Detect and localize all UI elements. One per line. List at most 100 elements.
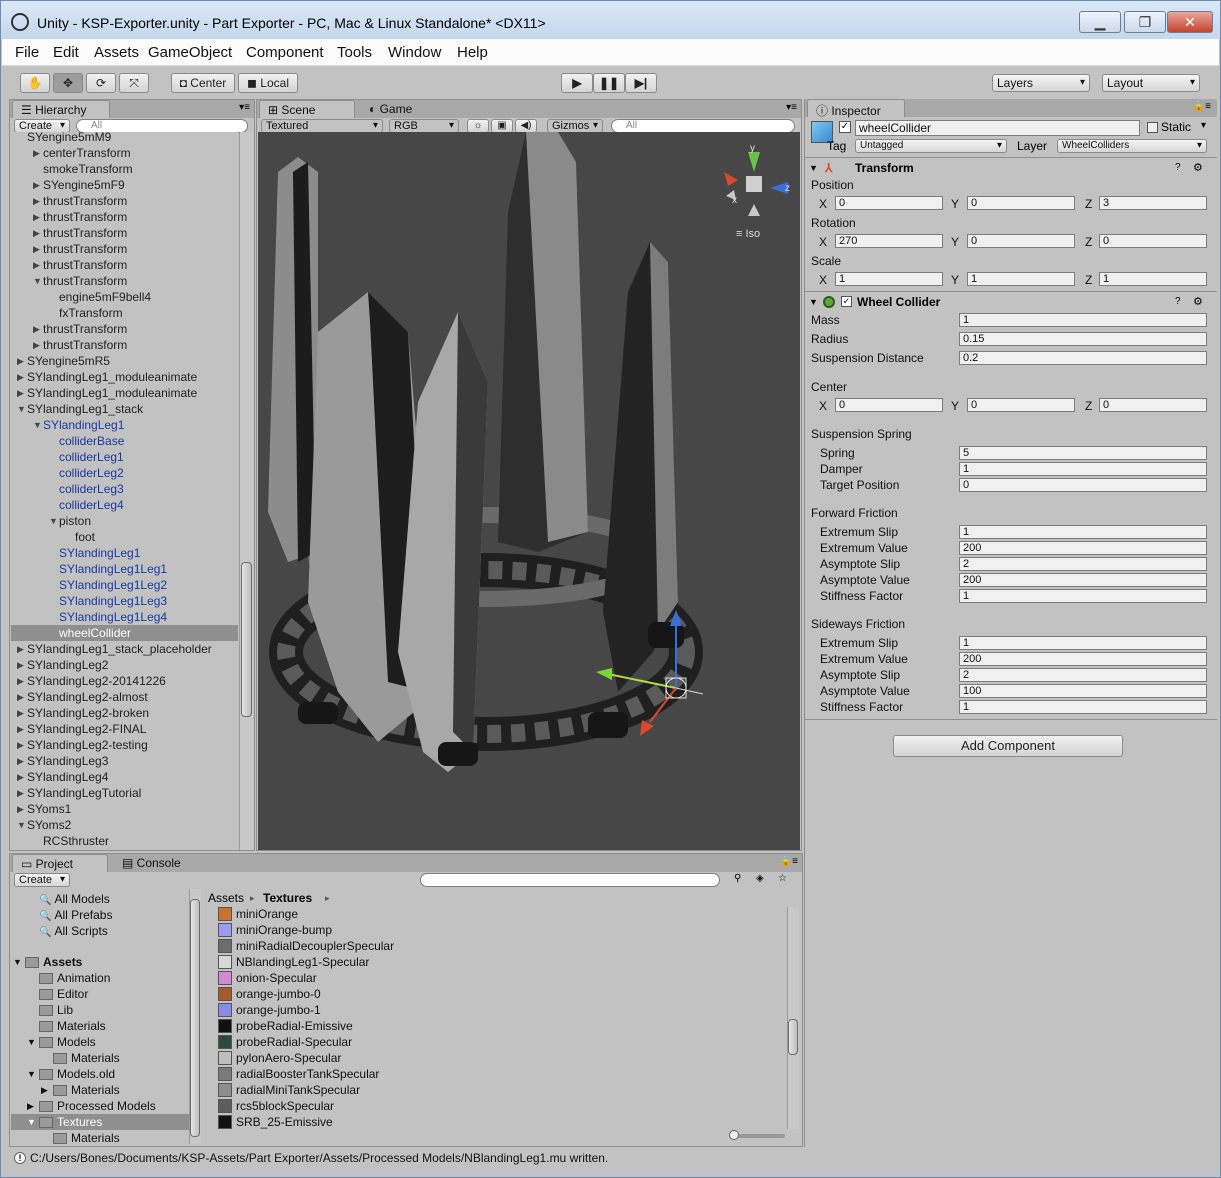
hierarchy-item[interactable]: RCSthruster: [11, 833, 238, 849]
hierarchy-item[interactable]: colliderLeg4: [11, 497, 238, 513]
hierarchy-item[interactable]: ▶ SYlandingLeg2-20141226: [11, 673, 238, 689]
hierarchy-item[interactable]: SYengine5mM9: [11, 132, 238, 145]
position-x-field[interactable]: 0: [835, 196, 943, 210]
expand-arrow-right-icon[interactable]: ▶: [17, 753, 24, 769]
hierarchy-create-dropdown[interactable]: Create: [14, 119, 70, 133]
hierarchy-item[interactable]: colliderLeg1: [11, 449, 238, 465]
breadcrumb-assets[interactable]: Assets: [208, 890, 244, 906]
menu-gameobject[interactable]: GameObject: [148, 44, 232, 61]
project-search-input[interactable]: [420, 873, 720, 887]
search-by-type-icon[interactable]: ⚲: [734, 873, 741, 884]
gear-icon[interactable]: ⚙: [1193, 159, 1203, 177]
folder-item[interactable]: Editor: [11, 986, 189, 1002]
step-button[interactable]: ▶|: [625, 73, 657, 93]
menu-component[interactable]: Component: [246, 44, 324, 61]
scene-viewport[interactable]: y z x ≡ Iso: [258, 132, 800, 850]
property-value-field[interactable]: 1: [959, 525, 1207, 539]
asset-list-scroll-thumb[interactable]: [788, 1019, 798, 1055]
layers-dropdown[interactable]: Layers: [992, 74, 1090, 92]
expand-arrow-right-icon[interactable]: ▶: [17, 353, 24, 369]
help-icon[interactable]: ?: [1175, 293, 1181, 311]
rotation-z-field[interactable]: 0: [1099, 234, 1207, 248]
hierarchy-item[interactable]: ▶ thrustTransform: [11, 209, 238, 225]
folder-item[interactable]: Materials: [11, 1130, 189, 1144]
expand-arrow-right-icon[interactable]: ▶: [17, 689, 24, 705]
scale-y-field[interactable]: 1: [967, 272, 1075, 286]
scale-x-field[interactable]: 1: [835, 272, 943, 286]
icon-size-slider[interactable]: [729, 1130, 785, 1140]
expand-arrow-down-icon[interactable]: ▼: [27, 1066, 36, 1082]
scene-audio-toggle[interactable]: ◀): [515, 119, 537, 133]
folder-item[interactable]: Materials: [11, 1018, 189, 1034]
expand-arrow-down-icon[interactable]: ▼: [33, 417, 42, 433]
hierarchy-item[interactable]: ▼ SYlandingLeg1_stack: [11, 401, 238, 417]
render-mode-dropdown[interactable]: RGB: [389, 119, 459, 133]
hierarchy-item[interactable]: ▶ SYlandingLeg2-almost: [11, 689, 238, 705]
hierarchy-item[interactable]: ▶ thrustTransform: [11, 241, 238, 257]
panel-menu-icon[interactable]: ▾≡: [239, 102, 250, 113]
hierarchy-item[interactable]: ▶ SYengine5mF9: [11, 177, 238, 193]
expand-arrow-down-icon[interactable]: ▼: [13, 954, 22, 970]
close-button[interactable]: ✕: [1167, 11, 1213, 33]
property-value-field[interactable]: 1: [959, 636, 1207, 650]
layer-dropdown[interactable]: WheelColliders: [1057, 139, 1207, 153]
position-z-field[interactable]: 3: [1099, 196, 1207, 210]
hierarchy-item[interactable]: ▶ SYlandingLeg4: [11, 769, 238, 785]
folder-item[interactable]: ▼ Textures: [11, 1114, 189, 1130]
tab-game[interactable]: ◐ Game: [361, 100, 441, 118]
folder-item[interactable]: ▶ Processed Models: [11, 1098, 189, 1114]
rotation-x-field[interactable]: 270: [835, 234, 943, 248]
play-button[interactable]: ▶: [561, 73, 593, 93]
hierarchy-item[interactable]: ▶ SYlandingLeg1_moduleanimate: [11, 385, 238, 401]
menu-help[interactable]: Help: [457, 44, 488, 61]
expand-arrow-right-icon[interactable]: ▶: [17, 769, 24, 785]
static-checkbox[interactable]: [1147, 122, 1158, 133]
menu-tools[interactable]: Tools: [337, 44, 372, 61]
menu-edit[interactable]: Edit: [53, 44, 79, 61]
menu-assets[interactable]: Assets: [94, 44, 139, 61]
hierarchy-item[interactable]: ▶ thrustTransform: [11, 257, 238, 273]
folder-item[interactable]: ▼ Models: [11, 1034, 189, 1050]
folder-item[interactable]: Animation: [11, 970, 189, 986]
inspector-lock-icon[interactable]: 🔒≡: [1193, 101, 1211, 112]
property-value-field[interactable]: 2: [959, 668, 1207, 682]
expand-arrow-right-icon[interactable]: ▶: [33, 193, 40, 209]
pivot-center-button[interactable]: ◘ Center: [171, 73, 235, 93]
tab-inspector[interactable]: ⓘ Inspector: [807, 99, 905, 118]
wheel-collider-header[interactable]: ▼ ✓ Wheel Collider ? ⚙: [805, 293, 1217, 311]
expand-arrow-down-icon[interactable]: ▼: [33, 273, 42, 289]
tab-hierarchy[interactable]: ☰ Hierarchy: [12, 100, 110, 118]
hierarchy-item[interactable]: SYlandingLeg1Leg1: [11, 561, 238, 577]
expand-arrow-right-icon[interactable]: ▶: [17, 641, 24, 657]
expand-arrow-right-icon[interactable]: ▶: [17, 785, 24, 801]
hierarchy-item[interactable]: ▶ thrustTransform: [11, 193, 238, 209]
favorite-star-icon[interactable]: ☆: [778, 873, 787, 884]
hierarchy-item[interactable]: engine5mF9bell4: [11, 289, 238, 305]
hierarchy-item[interactable]: SYlandingLeg1: [11, 545, 238, 561]
transform-header[interactable]: ▼ ⅄ Transform ? ⚙: [805, 159, 1217, 177]
property-value-field[interactable]: 1: [959, 313, 1207, 327]
hierarchy-item[interactable]: ▼ SYlandingLeg1: [11, 417, 238, 433]
expand-arrow-down-icon[interactable]: ▼: [27, 1114, 36, 1130]
center-x-field[interactable]: 0: [835, 398, 943, 412]
tab-console[interactable]: ▤ Console: [114, 854, 202, 872]
expand-arrow-right-icon[interactable]: ▶: [27, 1098, 34, 1114]
expand-arrow-right-icon[interactable]: ▶: [33, 257, 40, 273]
scale-z-field[interactable]: 1: [1099, 272, 1207, 286]
position-y-field[interactable]: 0: [967, 196, 1075, 210]
expand-arrow-right-icon[interactable]: ▶: [17, 721, 24, 737]
draw-mode-dropdown[interactable]: Textured: [261, 119, 383, 133]
hierarchy-item[interactable]: SYlandingLeg1Leg3: [11, 593, 238, 609]
hierarchy-item[interactable]: ▶ SYlandingLeg2: [11, 657, 238, 673]
expand-arrow-right-icon[interactable]: ▶: [17, 385, 24, 401]
hierarchy-item[interactable]: SYlandingLeg1Leg2: [11, 577, 238, 593]
expand-arrow-down-icon[interactable]: ▼: [17, 401, 26, 417]
project-panel-menu-icon[interactable]: 🔒≡: [780, 856, 798, 867]
tag-dropdown[interactable]: Untagged: [855, 139, 1007, 153]
hierarchy-item[interactable]: ▶ thrustTransform: [11, 321, 238, 337]
hierarchy-item[interactable]: ▶ SYlandingLeg1_moduleanimate: [11, 369, 238, 385]
expand-arrow-right-icon[interactable]: ▶: [33, 177, 40, 193]
expand-arrow-right-icon[interactable]: ▶: [17, 657, 24, 673]
hierarchy-item[interactable]: colliderBase: [11, 433, 238, 449]
expand-arrow-right-icon[interactable]: ▶: [17, 737, 24, 753]
